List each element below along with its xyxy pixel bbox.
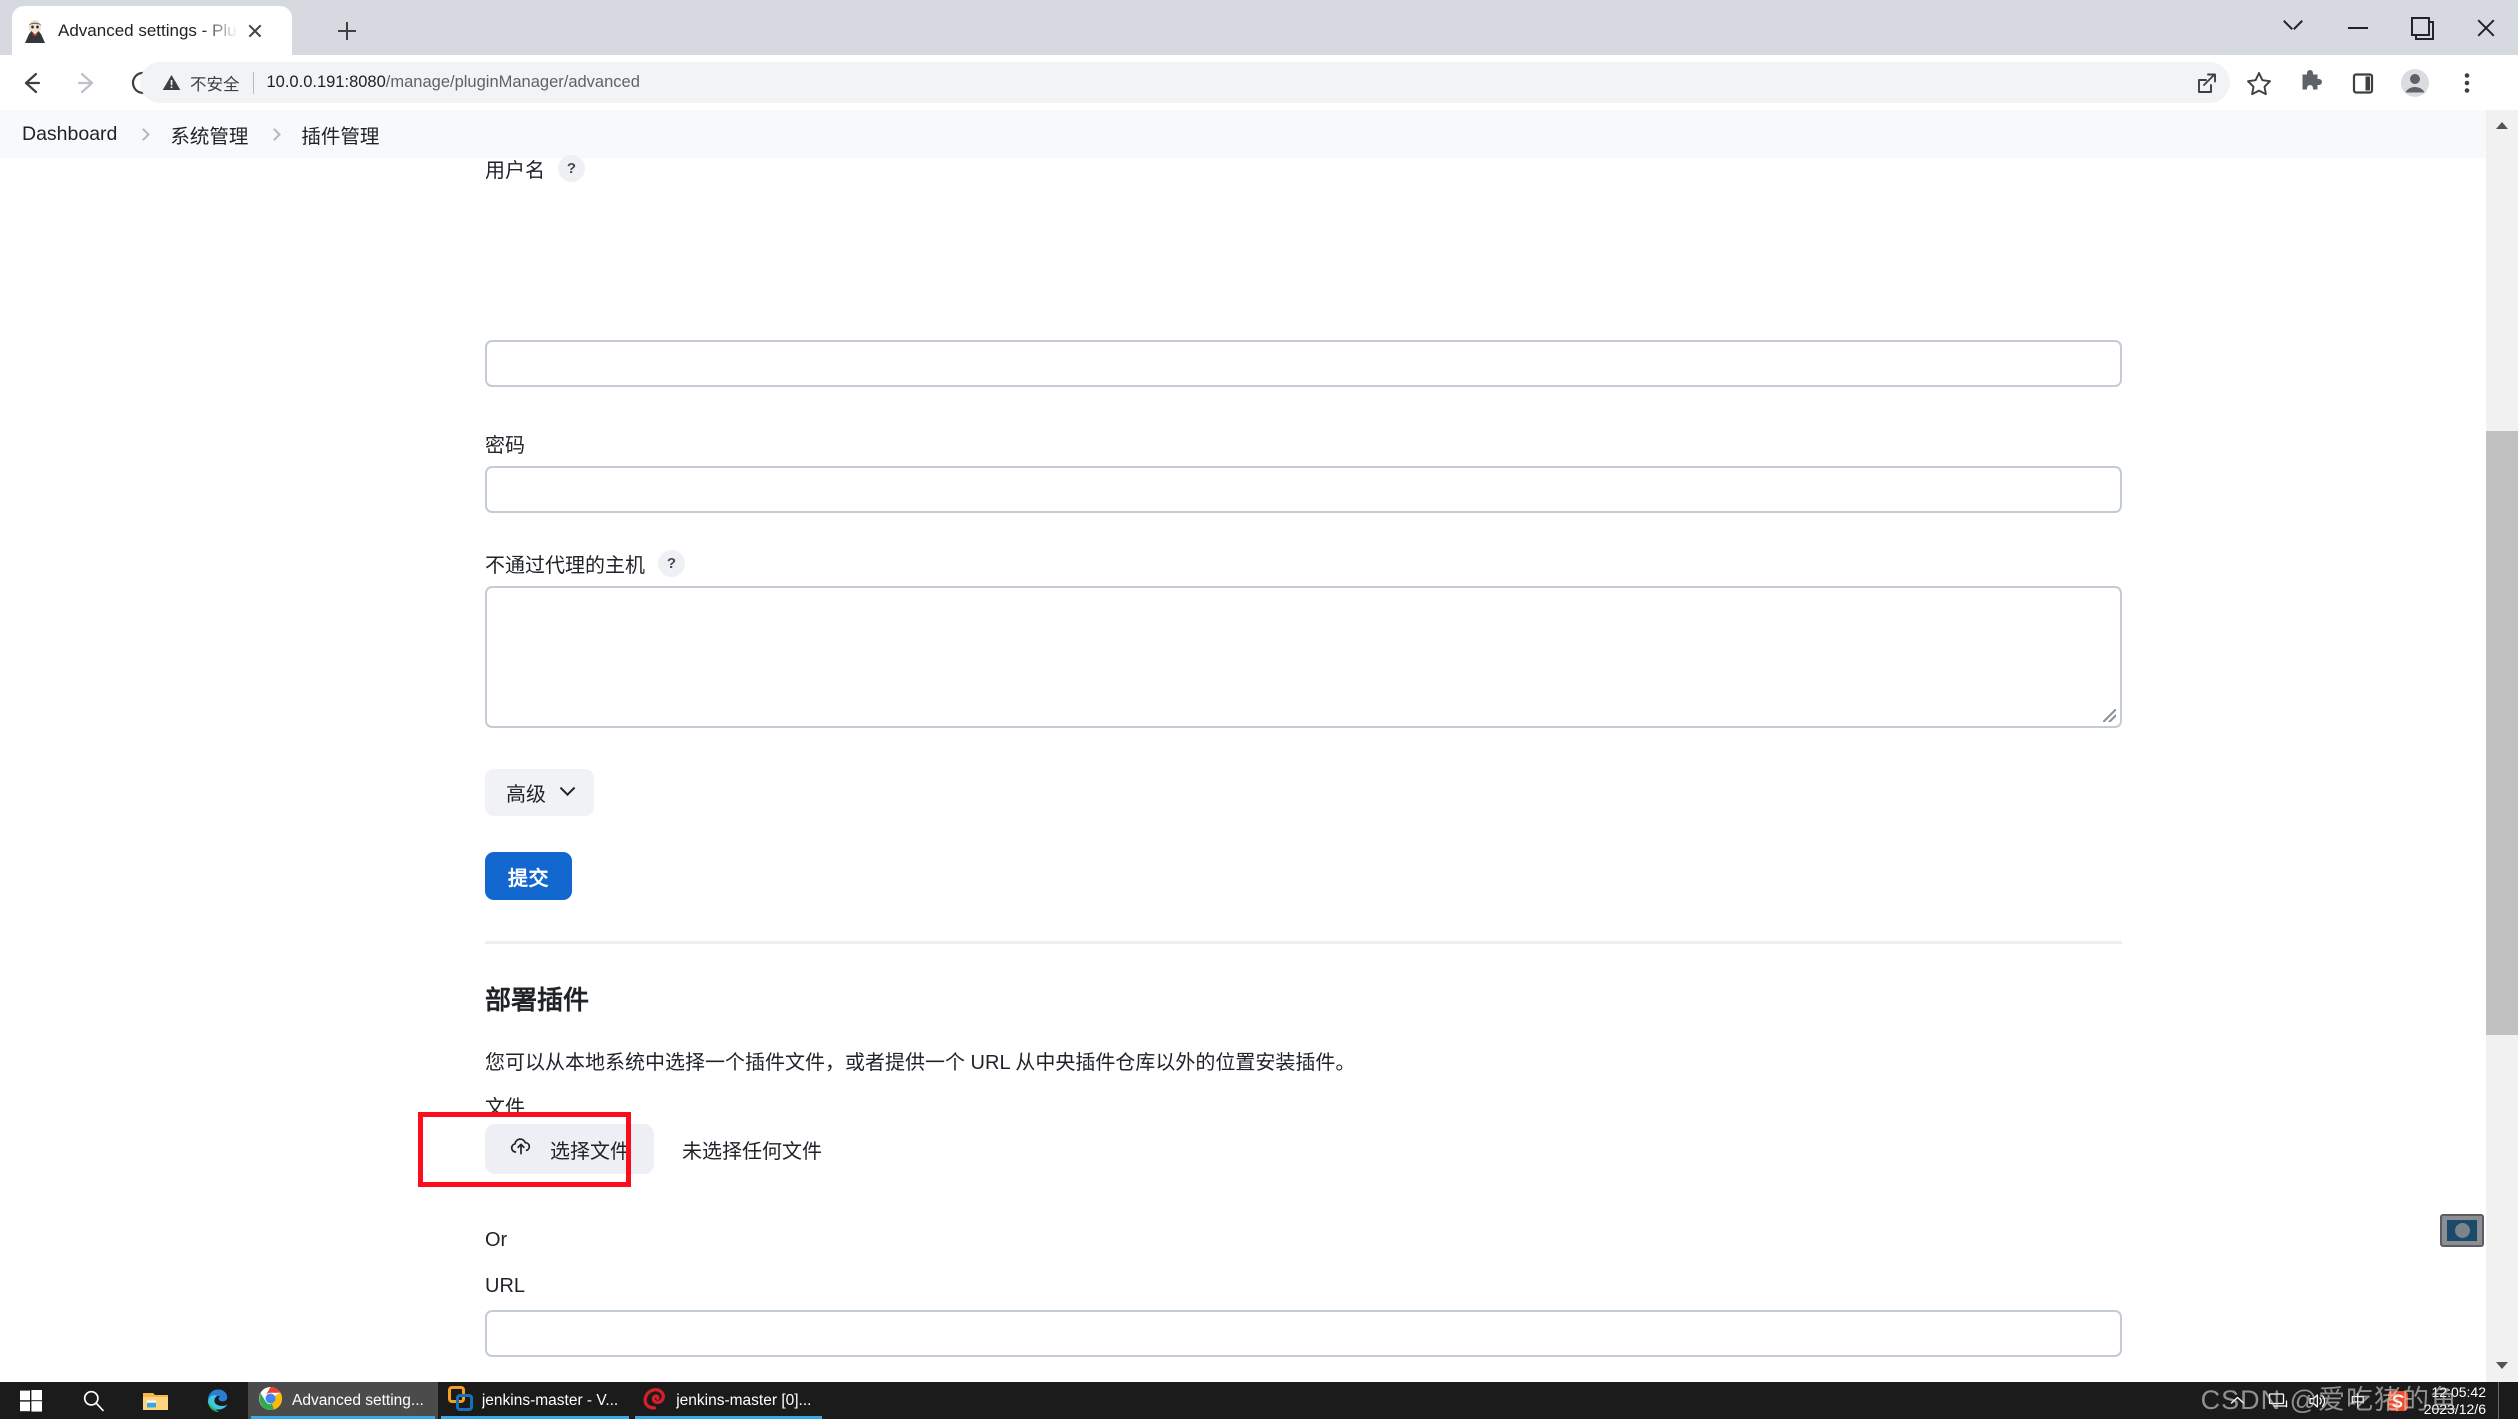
triangle-down-icon xyxy=(2496,1362,2508,1369)
browser-tab[interactable]: Advanced settings - Plugins [J xyxy=(12,6,292,55)
section-divider xyxy=(485,941,2122,944)
password-input[interactable] xyxy=(485,466,2122,513)
scroll-up-button[interactable] xyxy=(2486,110,2518,142)
submit-label: 提交 xyxy=(508,867,549,890)
show-desktop-button[interactable] xyxy=(2498,1382,2508,1419)
file-explorer-icon[interactable] xyxy=(124,1382,186,1419)
password-label: 密码 xyxy=(485,435,525,457)
username-label: 用户名 xyxy=(485,160,545,182)
vmware-resize-widget[interactable] xyxy=(2440,1214,2484,1247)
help-icon[interactable]: ? xyxy=(658,550,685,577)
taskbar-item-mobaxterm[interactable]: jenkins-master [0]... xyxy=(632,1382,825,1419)
upload-cloud-icon xyxy=(509,1134,533,1164)
submit-button[interactable]: 提交 xyxy=(485,852,572,900)
taskbar-label: Advanced setting... xyxy=(292,1391,424,1409)
tab-title: Advanced settings - Plugins [J xyxy=(58,20,238,40)
chevron-up-icon[interactable] xyxy=(2218,1382,2258,1419)
security-status-label: 不安全 xyxy=(190,75,240,94)
back-icon[interactable] xyxy=(6,58,56,108)
maximize-icon[interactable] xyxy=(2390,0,2454,55)
clock-date: 2023/12/6 xyxy=(2423,1400,2486,1417)
url-input[interactable] xyxy=(485,1310,2122,1357)
forward-icon[interactable] xyxy=(62,58,112,108)
search-icon[interactable] xyxy=(62,1382,124,1419)
no-proxy-label-row: 不通过代理的主机 ? xyxy=(485,549,685,578)
ime-indicator[interactable]: 中 xyxy=(2338,1382,2378,1419)
microsoft-edge-icon[interactable] xyxy=(186,1382,248,1419)
address-bar[interactable]: 不安全 10.0.0.191:8080 /manage/pluginManage… xyxy=(140,62,2230,103)
tab-strip: Advanced settings - Plugins [J xyxy=(0,0,2518,55)
browser-window: Advanced settings - Plugins [J xyxy=(0,0,2518,1382)
clock-time: 12:05:42 xyxy=(2431,1383,2487,1400)
page-scrollbar[interactable] xyxy=(2486,110,2518,1382)
breadcrumb-item-plugin-management[interactable]: 插件管理 xyxy=(301,120,379,149)
username-input[interactable] xyxy=(485,340,2122,387)
taskbar-label: jenkins-master - V... xyxy=(481,1391,619,1409)
minimize-icon[interactable] xyxy=(2326,0,2390,55)
chevron-right-icon xyxy=(268,127,282,141)
triangle-up-icon xyxy=(2496,122,2508,129)
scrollbar-thumb[interactable] xyxy=(2486,431,2518,1035)
url-host: 10.0.0.191:8080 xyxy=(266,73,386,91)
file-label: 文件 xyxy=(485,1097,525,1119)
system-tray: 中 12:05:42 2023/12/6 xyxy=(2218,1382,2518,1419)
profile-avatar-icon[interactable] xyxy=(2389,57,2441,109)
windows-taskbar: Advanced setting... jenkins-master - V..… xyxy=(0,1382,2518,1419)
chevron-down-icon xyxy=(559,780,576,797)
jenkins-butler-icon xyxy=(22,18,48,44)
file-picker-row: 选择文件 未选择任何文件 xyxy=(485,1124,822,1174)
username-field-group: 用户名 ? xyxy=(485,154,585,194)
taskbar-item-vmware[interactable]: jenkins-master - V... xyxy=(438,1382,632,1419)
deploy-section-description: 您可以从本地系统中选择一个插件文件，或者提供一个 URL 从中央插件仓库以外的位… xyxy=(485,1052,1356,1074)
advanced-label: 高级 xyxy=(506,784,546,806)
network-icon[interactable] xyxy=(2258,1382,2298,1419)
toolbar-icons xyxy=(2181,55,2493,110)
bookmark-star-icon[interactable] xyxy=(2233,57,2285,109)
windows-start-icon[interactable] xyxy=(0,1382,62,1419)
page-viewport: Dashboard 系统管理 插件管理 用户名 ? 密码 不通过代理的主机 ? xyxy=(0,110,2518,1382)
sogou-ime-icon[interactable] xyxy=(2378,1382,2418,1419)
vmware-icon xyxy=(447,1385,473,1416)
volume-icon[interactable] xyxy=(2298,1382,2338,1419)
mobaxterm-icon xyxy=(642,1386,667,1416)
taskbar-item-chrome[interactable]: Advanced setting... xyxy=(248,1382,438,1419)
share-icon[interactable] xyxy=(2181,57,2233,109)
side-panel-icon[interactable] xyxy=(2337,57,2389,109)
taskbar-label: jenkins-master [0]... xyxy=(676,1391,812,1409)
help-icon[interactable]: ? xyxy=(558,155,585,182)
breadcrumb-item-dashboard[interactable]: Dashboard xyxy=(22,123,117,146)
close-icon[interactable] xyxy=(242,18,268,44)
deploy-section-title: 部署插件 xyxy=(485,985,590,1015)
no-file-selected-text: 未选择任何文件 xyxy=(682,1140,822,1163)
omnibox-divider xyxy=(252,71,254,94)
warning-triangle-icon xyxy=(162,74,181,91)
new-tab-button[interactable] xyxy=(330,14,364,48)
or-label: Or xyxy=(485,1229,508,1251)
extensions-puzzle-icon[interactable] xyxy=(2285,57,2337,109)
window-controls xyxy=(2262,0,2518,55)
chevron-down-icon[interactable] xyxy=(2262,0,2326,55)
breadcrumb: Dashboard 系统管理 插件管理 xyxy=(0,110,2486,158)
username-label-row: 用户名 ? xyxy=(485,154,585,183)
no-proxy-label: 不通过代理的主机 xyxy=(485,555,645,577)
url-label: URL xyxy=(485,1275,526,1297)
choose-file-button[interactable]: 选择文件 xyxy=(485,1124,654,1174)
resize-arrows-icon xyxy=(2454,1223,2470,1238)
scroll-down-button[interactable] xyxy=(2486,1350,2518,1382)
choose-file-label: 选择文件 xyxy=(550,1140,630,1163)
breadcrumb-item-system-management[interactable]: 系统管理 xyxy=(170,120,248,149)
more-menu-icon[interactable] xyxy=(2441,57,2493,109)
advanced-toggle-button[interactable]: 高级 xyxy=(485,769,594,816)
chrome-icon xyxy=(258,1386,283,1416)
close-icon[interactable] xyxy=(2454,0,2518,55)
url-path: /manage/pluginManager/advanced xyxy=(385,73,640,91)
chevron-right-icon xyxy=(137,127,151,141)
no-proxy-textarea[interactable] xyxy=(485,586,2122,728)
vmware-widget-inner xyxy=(2447,1220,2477,1241)
taskbar-clock[interactable]: 12:05:42 2023/12/6 xyxy=(2418,1384,2498,1417)
